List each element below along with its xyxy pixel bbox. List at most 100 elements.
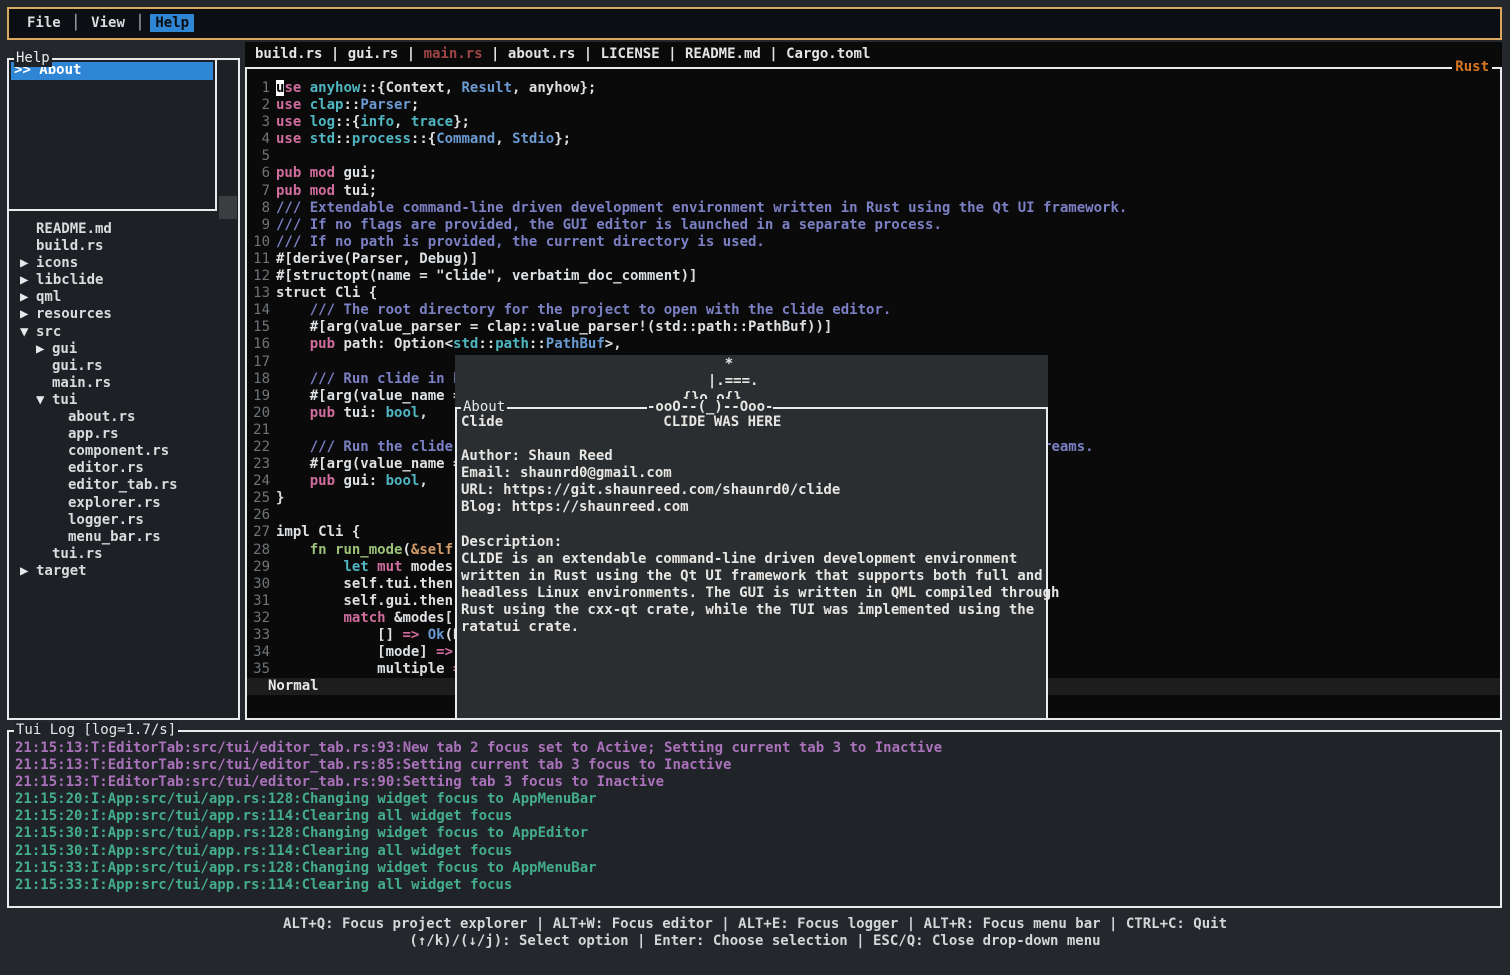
tree-item-src[interactable]: ▼src [9, 324, 236, 341]
line-number: 35 [253, 661, 270, 678]
code-token: } [276, 490, 284, 506]
chevron-collapsed-icon: ▶ [20, 563, 36, 580]
code-line-1[interactable]: 1use anyhow::{Context, Result, anyhow}; [253, 80, 1498, 97]
code-line-2[interactable]: 2use clap::Parser; [253, 97, 1498, 114]
line-number: 22 [253, 439, 270, 456]
menu-items: File│View│Help [22, 15, 194, 32]
tab-cargo-toml[interactable]: Cargo.toml [786, 46, 870, 63]
code-line-5[interactable]: 5 [253, 148, 1498, 165]
tree-item-label: logger.rs [68, 512, 144, 528]
line-number: 4 [253, 131, 270, 148]
code-token: ::{ [335, 114, 360, 130]
tree-item-logger-rs[interactable]: logger.rs [9, 512, 236, 529]
tree-item-about-rs[interactable]: about.rs [9, 409, 236, 426]
code-token [327, 542, 335, 558]
file-tree: README.mdbuild.rs▶icons▶libclide▶qml▶res… [9, 221, 236, 580]
code-token [276, 439, 310, 455]
code-token: >, [605, 336, 622, 352]
menu-separator: │ [130, 15, 150, 31]
code-token: ::{ [411, 131, 436, 147]
tab-separator: | [322, 46, 347, 63]
tree-item-icons[interactable]: ▶icons [9, 255, 236, 272]
code-token: use [276, 131, 301, 147]
code-line-10[interactable]: 10/// If no path is provided, the curren… [253, 234, 1498, 251]
code-token: mod [310, 165, 335, 181]
tree-item-label: README.md [36, 221, 112, 237]
code-line-16[interactable]: 16 pub path: Option<std::path::PathBuf>, [253, 336, 1498, 353]
help-dropdown-menu: Help >> About [7, 58, 217, 211]
line-number: 5 [253, 148, 270, 165]
line-number: 18 [253, 371, 270, 388]
log-entry-info: 21:15:30:I:App:src/tui/app.rs:114:Cleari… [15, 843, 942, 860]
tree-item-editor-tab-rs[interactable]: editor_tab.rs [9, 477, 236, 494]
code-line-7[interactable]: 7pub mod tui; [253, 183, 1498, 200]
editor-tab-bar: build.rs | gui.rs | main.rs | about.rs |… [245, 42, 1502, 67]
tree-item-qml[interactable]: ▶qml [9, 289, 236, 306]
line-number: 2 [253, 97, 270, 114]
log-lines: 21:15:13:T:EditorTab:src/tui/editor_tab.… [15, 740, 942, 894]
line-number: 29 [253, 559, 270, 576]
tree-item-app-rs[interactable]: app.rs [9, 426, 236, 443]
code-token: path: Option< [335, 336, 453, 352]
code-token: Parser [360, 97, 411, 113]
log-entry-trace: 21:15:13:T:EditorTab:src/tui/editor_tab.… [15, 740, 942, 757]
chevron-collapsed-icon: ▶ [20, 255, 36, 272]
code-line-8[interactable]: 8/// Extendable command-line driven deve… [253, 200, 1498, 217]
menu-item-help[interactable]: Help [150, 14, 194, 32]
tree-item-tui[interactable]: ▼tui [9, 392, 236, 409]
code-token: mod [310, 183, 335, 199]
code-line-14[interactable]: 14 /// The root directory for the projec… [253, 302, 1498, 319]
menu-item-view[interactable]: View [86, 14, 130, 32]
explorer-scrollbar-thumb[interactable] [219, 196, 237, 219]
tree-item-libclide[interactable]: ▶libclide [9, 272, 236, 289]
code-token: }; [453, 114, 470, 130]
code-token: ; [411, 97, 419, 113]
tree-item-menu-bar-rs[interactable]: menu_bar.rs [9, 529, 236, 546]
code-line-6[interactable]: 6pub mod gui; [253, 165, 1498, 182]
chevron-expanded-icon: ▼ [20, 324, 36, 341]
tab-separator: | [575, 46, 600, 63]
code-line-12[interactable]: 12#[structopt(name = "clide", verbatim_d… [253, 268, 1498, 285]
tree-item-label: icons [36, 255, 78, 271]
tree-item-tui-rs[interactable]: tui.rs [9, 546, 236, 563]
tree-item-editor-rs[interactable]: editor.rs [9, 460, 236, 477]
menu-item-file[interactable]: File [22, 14, 66, 32]
code-token: ::{Context, [360, 80, 461, 96]
code-token: [] [276, 627, 402, 643]
code-token [301, 97, 309, 113]
code-line-15[interactable]: 15 #[arg(value_parser = clap::value_pars… [253, 319, 1498, 336]
tree-item-label: editor.rs [68, 460, 144, 476]
tree-item-main-rs[interactable]: main.rs [9, 375, 236, 392]
tree-item-build-rs[interactable]: build.rs [9, 238, 236, 255]
tab-gui-rs[interactable]: gui.rs [348, 46, 399, 63]
tab-readme-md[interactable]: README.md [685, 46, 761, 63]
tree-item-label: resources [36, 306, 112, 322]
tab-separator: | [483, 46, 508, 63]
tree-item-gui-rs[interactable]: gui.rs [9, 358, 236, 375]
tui-log-title: Tui Log [log=1.7/s] [14, 722, 178, 739]
line-number: 24 [253, 473, 270, 490]
code-line-13[interactable]: 13struct Cli { [253, 285, 1498, 302]
tab-license[interactable]: LICENSE [601, 46, 660, 63]
tree-item-label: gui [52, 341, 77, 357]
tree-item-label: target [36, 563, 87, 579]
code-token [369, 559, 377, 575]
code-line-3[interactable]: 3use log::{info, trace}; [253, 114, 1498, 131]
tree-item-target[interactable]: ▶target [9, 563, 236, 580]
tree-item-component-rs[interactable]: component.rs [9, 443, 236, 460]
tree-item-resources[interactable]: ▶resources [9, 306, 236, 323]
tab-about-rs[interactable]: about.rs [508, 46, 575, 63]
tab-main-rs[interactable]: main.rs [424, 46, 483, 63]
keybinding-help-line-2: (↑/k)/(↓/j): Select option | Enter: Choo… [0, 933, 1510, 950]
code-line-11[interactable]: 11#[derive(Parser, Debug)] [253, 251, 1498, 268]
tree-item-gui[interactable]: ▶gui [9, 341, 236, 358]
code-token: use [276, 97, 301, 113]
code-token: multiple [276, 661, 453, 677]
tab-build-rs[interactable]: build.rs [255, 46, 322, 63]
tree-item-explorer-rs[interactable]: explorer.rs [9, 495, 236, 512]
code-line-9[interactable]: 9/// If no flags are provided, the GUI e… [253, 217, 1498, 234]
code-line-4[interactable]: 4use std::process::{Command, Stdio}; [253, 131, 1498, 148]
code-token: pub [276, 183, 301, 199]
tree-item-readme-md[interactable]: README.md [9, 221, 236, 238]
code-token [419, 627, 427, 643]
